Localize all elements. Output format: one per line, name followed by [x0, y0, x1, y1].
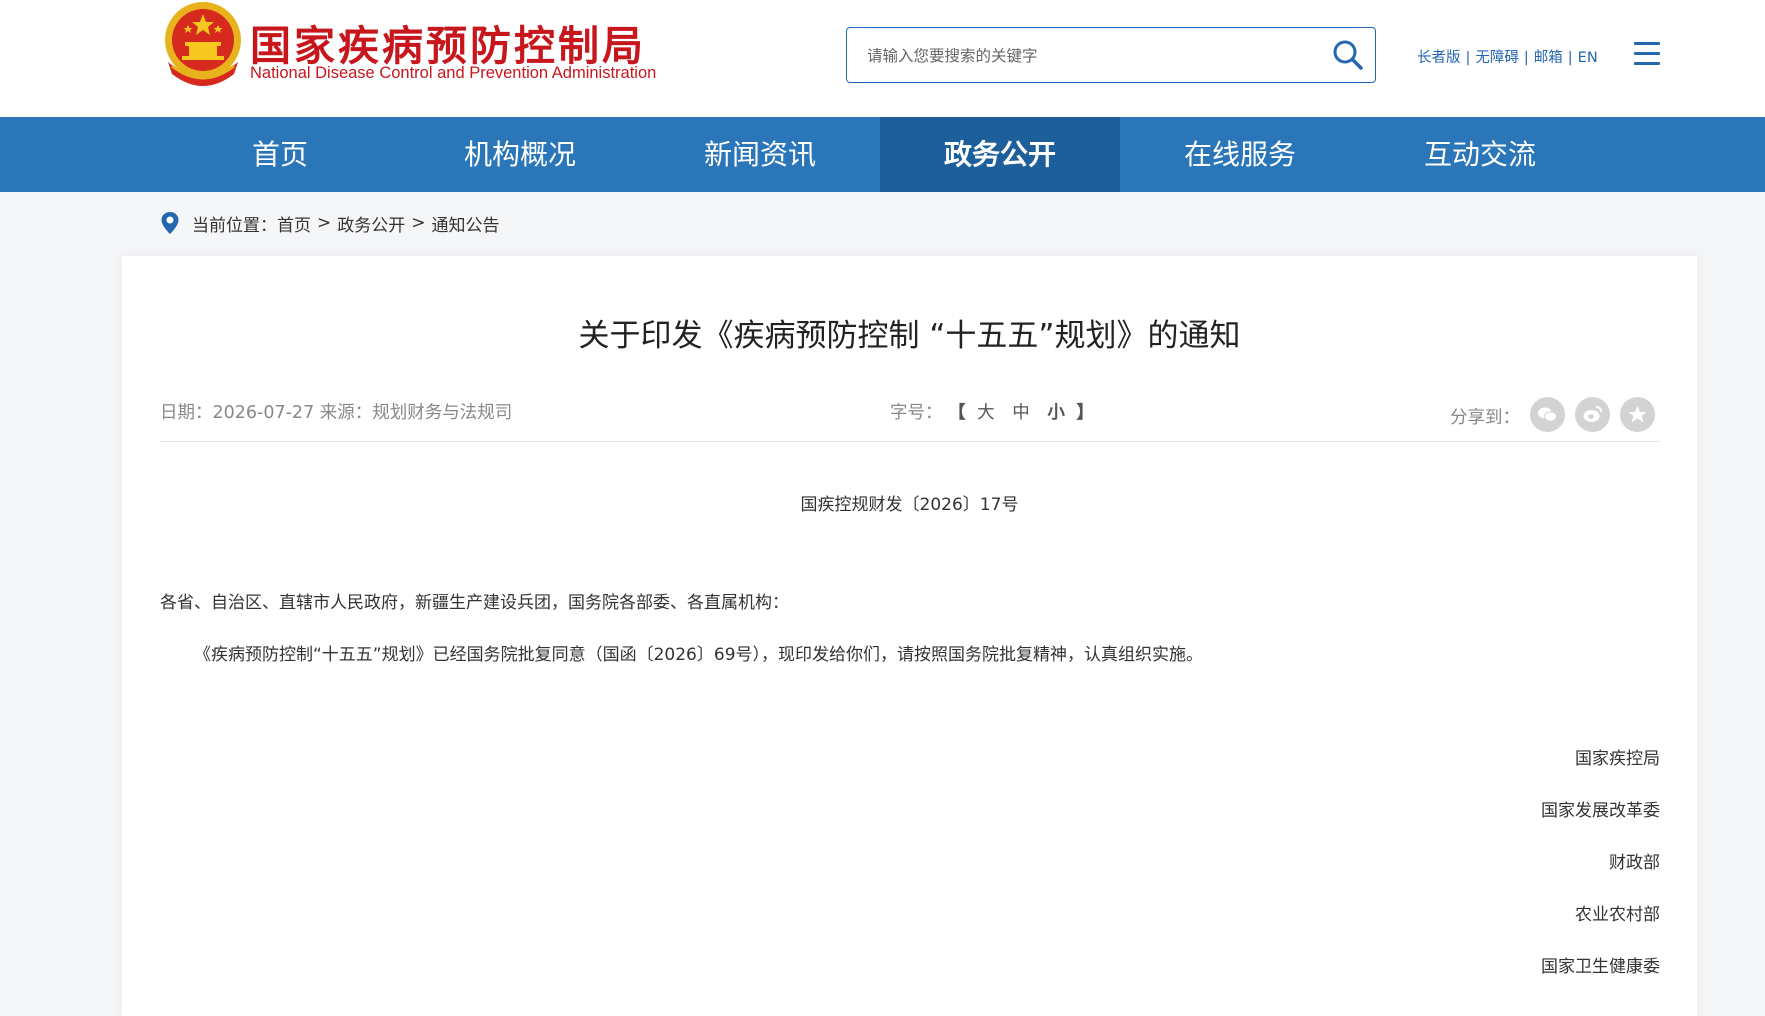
salutation: 各省、自治区、直辖市人民政府，新疆生产建设兵团，国务院各部委、各直属机构：: [160, 593, 789, 613]
english-link[interactable]: EN: [1578, 50, 1598, 66]
wechat-icon[interactable]: [1530, 397, 1565, 432]
link-separator: |: [1465, 50, 1471, 66]
nav-item-government-affairs[interactable]: 政务公开: [880, 117, 1120, 192]
signatory: 财政部: [1609, 853, 1660, 873]
site-header: 国家疾病预防控制局 National Disease Control and P…: [0, 0, 1765, 117]
share-label: 分享到：: [1450, 408, 1520, 428]
main-nav: 首页 机构概况 新闻资讯 政务公开 在线服务 互动交流: [0, 117, 1765, 192]
accessibility-link[interactable]: 无障碍: [1475, 50, 1519, 66]
search-box: [846, 27, 1376, 83]
signatory: 农业农村部: [1575, 905, 1660, 925]
elder-mode-link[interactable]: 长者版: [1417, 50, 1461, 66]
font-size-label: 字号：: [890, 403, 943, 423]
font-size-bracket-close: 】: [1076, 403, 1094, 423]
breadcrumb-separator: >: [411, 213, 426, 233]
link-separator: |: [1523, 50, 1529, 66]
signatory: 国家发展改革委: [1541, 801, 1660, 821]
breadcrumb: 当前位置： 首页 > 政务公开 > 通知公告: [160, 208, 500, 238]
search-input[interactable]: [865, 40, 1309, 72]
weibo-icon[interactable]: [1575, 397, 1610, 432]
breadcrumb-government-affairs[interactable]: 政务公开: [337, 211, 405, 236]
search-icon[interactable]: [1331, 38, 1365, 72]
hamburger-menu-icon[interactable]: [1634, 42, 1660, 68]
font-size-small-button[interactable]: 小: [1047, 403, 1065, 423]
article-title: 关于印发《疾病预防控制 “十五五”规划》的通知: [578, 318, 1241, 354]
nav-item-interaction[interactable]: 互动交流: [1360, 117, 1600, 192]
nav-item-about[interactable]: 机构概况: [400, 117, 640, 192]
date-label: 日期：: [160, 403, 213, 423]
nav-item-home[interactable]: 首页: [160, 117, 400, 192]
article-meta: 日期：2026-07-27 来源：规划财务与法规司 字号： 【 大 中 小 】 …: [160, 397, 1660, 432]
nav-item-online-services[interactable]: 在线服务: [1120, 117, 1360, 192]
meta-divider: [160, 441, 1660, 442]
font-size-medium-button[interactable]: 中: [1012, 403, 1030, 423]
breadcrumb-home[interactable]: 首页: [277, 211, 311, 236]
site-subtitle-en: National Disease Control and Prevention …: [250, 64, 657, 82]
breadcrumb-notices[interactable]: 通知公告: [432, 211, 500, 236]
favorite-icon[interactable]: [1620, 397, 1655, 432]
mailbox-link[interactable]: 邮箱: [1534, 50, 1563, 66]
body-paragraph: 《疾病预防控制“十五五”规划》已经国务院批复同意（国函〔2026〕69号），现印…: [194, 645, 1204, 665]
location-pin-icon: [161, 212, 179, 234]
font-size-large-button[interactable]: 大: [977, 403, 995, 423]
source-label: 来源：: [319, 403, 373, 423]
quick-links: 长者版 | 无障碍 | 邮箱 | EN: [1417, 46, 1598, 67]
article-source: 规划财务与法规司: [372, 403, 513, 423]
nav-item-news[interactable]: 新闻资讯: [640, 117, 880, 192]
site-title: 国家疾病预防控制局: [250, 22, 646, 70]
document-number: 国疾控规财发〔2026〕17号: [800, 495, 1019, 515]
signatory: 国家卫生健康委: [1541, 957, 1660, 977]
publish-date: 2026-07-27: [212, 403, 315, 423]
font-size-bracket-open: 【: [948, 403, 966, 423]
breadcrumb-separator: >: [317, 213, 332, 233]
signatory: 国家疾控局: [1575, 749, 1660, 769]
breadcrumb-prefix: 当前位置：: [192, 215, 277, 236]
link-separator: |: [1567, 50, 1573, 66]
article-card: 关于印发《疾病预防控制 “十五五”规划》的通知 日期：2026-07-27 来源…: [122, 256, 1697, 1016]
national-emblem-icon: [165, 2, 241, 86]
